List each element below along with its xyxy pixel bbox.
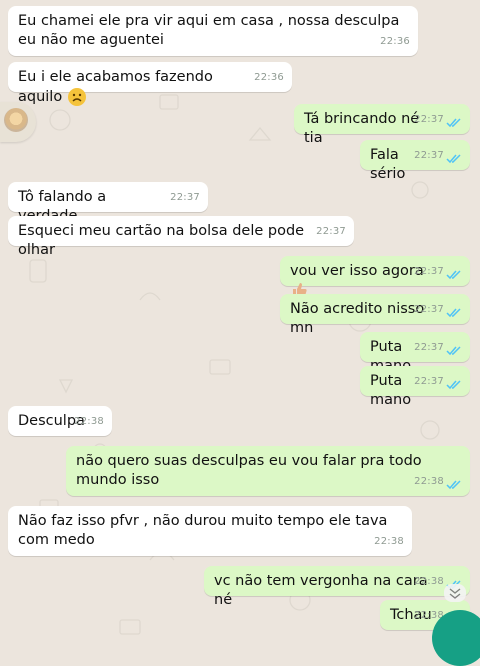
message-text: Fala sério (370, 147, 406, 182)
message-text: Eu i ele acabamos fazendo aquilo (18, 69, 213, 105)
message-time: 22:38 (74, 416, 104, 427)
message-incoming[interactable]: Tô falando a verdade 22:37 (8, 182, 208, 224)
message-time: 22:37 (170, 192, 200, 203)
message-outgoing[interactable]: Fala sério 22:37 (360, 140, 470, 182)
message-outgoing[interactable]: Puta mano 22:37 (360, 332, 470, 374)
message-time: 22:37 (316, 226, 346, 237)
message-incoming[interactable]: Eu i ele acabamos fazendo aquilo 22:36 (8, 62, 292, 106)
avatar (4, 108, 28, 132)
message-outgoing[interactable]: Tá brincando né tia 22:37 (294, 104, 470, 146)
message-time: 22:38 (374, 536, 404, 547)
message-text: vou ver isso agora (290, 263, 424, 279)
message-text: Não faz isso pfvr , não durou muito temp… (18, 513, 388, 548)
read-ticks-icon (446, 308, 461, 318)
message-time: 22:37 (414, 150, 444, 161)
message-time: 22:37 (414, 114, 444, 125)
message-time: 22:37 (414, 376, 444, 387)
send-button[interactable] (432, 610, 480, 666)
read-ticks-icon (446, 346, 461, 356)
message-text: Não acredito nisso mn (290, 301, 425, 336)
message-time: 22:38 (414, 576, 444, 587)
message-incoming[interactable]: Desculpa 22:38 (8, 406, 112, 436)
message-time: 22:36 (254, 72, 284, 83)
read-ticks-icon (446, 270, 461, 280)
read-ticks-icon (446, 480, 461, 490)
message-incoming[interactable]: Eu chamei ele pra vir aqui em casa , nos… (8, 6, 418, 56)
scroll-to-bottom-button[interactable] (444, 584, 466, 602)
chevron-down-icon (449, 588, 461, 599)
message-outgoing[interactable]: Puta mano 22:37 (360, 366, 470, 408)
message-time: 22:37 (414, 342, 444, 353)
message-incoming[interactable]: Não faz isso pfvr , não durou muito temp… (8, 506, 412, 556)
message-outgoing[interactable]: não quero suas desculpas eu vou falar pr… (66, 446, 470, 496)
message-incoming[interactable]: Esqueci meu cartão na bolsa dele pode ol… (8, 216, 354, 258)
message-time: 22:38 (414, 476, 444, 487)
message-time: 22:36 (380, 36, 410, 47)
message-time: 22:37 (414, 304, 444, 315)
message-text: Eu chamei ele pra vir aqui em casa , nos… (18, 13, 400, 48)
message-time: 22:37 (414, 266, 444, 277)
read-ticks-icon (446, 380, 461, 390)
read-ticks-icon (446, 154, 461, 164)
read-ticks-icon (446, 118, 461, 128)
message-text: Puta mano (370, 373, 412, 408)
worried-face-icon (67, 88, 86, 106)
message-outgoing[interactable]: vou ver isso agora 22:37 (280, 256, 470, 297)
message-outgoing[interactable]: vc não tem vergonha na cara né 22:38 (204, 566, 470, 608)
message-outgoing[interactable]: Não acredito nisso mn 22:37 (280, 294, 470, 336)
message-text: Esqueci meu cartão na bolsa dele pode ol… (18, 223, 305, 258)
floating-avatar-bubble[interactable] (0, 102, 36, 142)
message-text: não quero suas desculpas eu vou falar pr… (76, 453, 422, 488)
